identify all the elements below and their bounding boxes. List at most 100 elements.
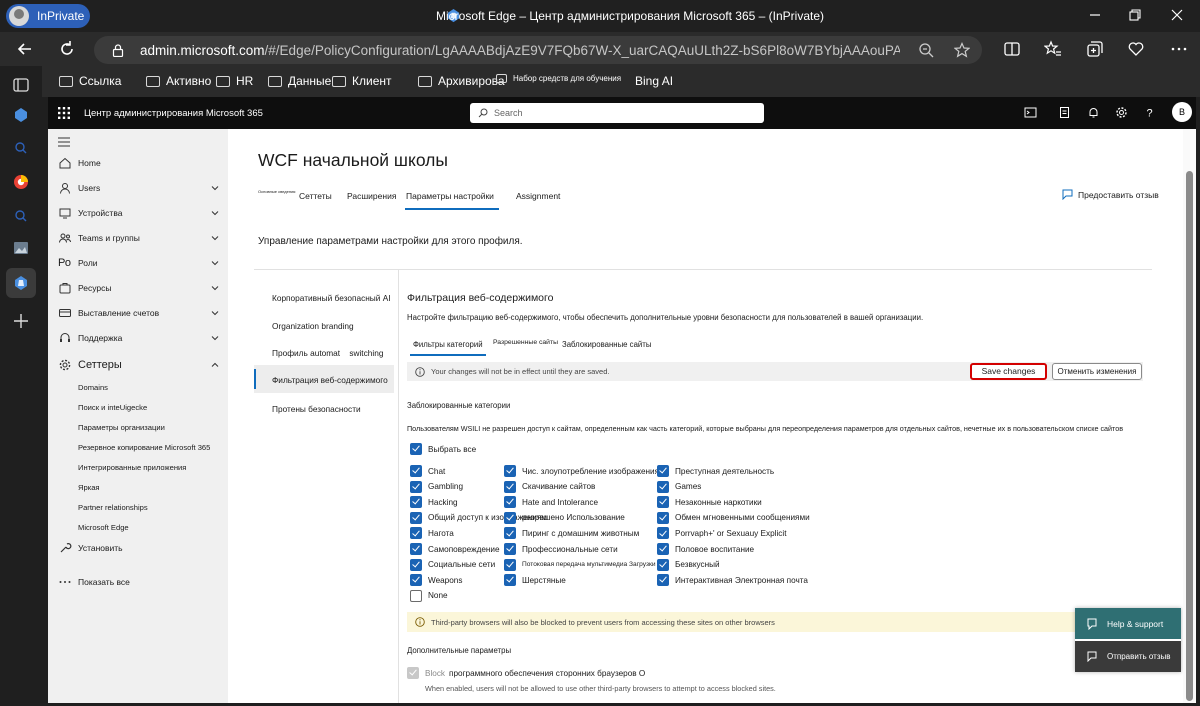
category-checkbox[interactable]: None <box>410 589 448 602</box>
help-support-button[interactable]: Help & support <box>1075 608 1181 639</box>
category-checkbox[interactable]: Скачивание сайтов <box>504 480 595 493</box>
category-checkbox[interactable]: Hate and Intolerance <box>504 496 598 509</box>
tab-extensions[interactable]: Расширения <box>347 191 396 201</box>
settings-sub-partners[interactable]: Partner relationships <box>78 503 148 512</box>
category-checkbox[interactable]: Преступная деятельность <box>657 465 774 477</box>
category-checkbox[interactable]: Chat <box>410 465 445 477</box>
nav-item-home[interactable]: Home <box>48 153 228 173</box>
zoom-out-icon[interactable] <box>918 42 934 58</box>
more-options-icon[interactable] <box>1170 40 1188 58</box>
settings-sub-viva[interactable]: Яркая <box>78 483 100 492</box>
send-feedback-button[interactable]: Отправить отзыв <box>1075 641 1181 672</box>
document-icon[interactable] <box>1058 106 1071 119</box>
favorite-folder[interactable]: Данные <box>268 74 331 88</box>
category-checkbox[interactable]: Незаконные наркотики <box>657 496 762 509</box>
category-checkbox[interactable]: Weapons <box>410 574 462 587</box>
bell-icon[interactable] <box>1087 106 1100 119</box>
category-checkbox[interactable]: Профессиональные сети <box>504 543 618 555</box>
nav-item-devices[interactable]: Устройства <box>48 203 228 223</box>
tab-configuration-settings[interactable]: Параметры настройки <box>406 191 494 201</box>
settings-sub-edge[interactable]: Microsoft Edge <box>78 523 129 532</box>
favorite-folder[interactable]: Архивирова <box>418 74 505 88</box>
category-checkbox[interactable]: разрешено Использование <box>504 511 625 524</box>
favorite-link[interactable]: Bing AI <box>635 74 673 88</box>
nav-item-support[interactable]: Поддержка <box>48 328 228 348</box>
tab-settings[interactable]: Сеттеты <box>299 191 332 201</box>
subtab-category-filters[interactable]: Фильтры категорий <box>413 340 483 349</box>
back-arrow-icon[interactable] <box>16 40 34 58</box>
favorites-icon[interactable] <box>1044 40 1062 58</box>
scrollbar-thumb[interactable] <box>1186 171 1193 701</box>
favorite-star-icon[interactable] <box>954 42 970 58</box>
search-input[interactable]: Search <box>470 103 764 123</box>
active-tab-highlight[interactable] <box>6 268 36 298</box>
category-checkbox[interactable]: Чис. злоупотребление изображения <box>504 465 659 477</box>
category-checkbox[interactable]: Социальные сети <box>410 558 495 571</box>
settings-nav-web-filtering[interactable]: Фильтрация веб-содержимого <box>272 375 388 385</box>
select-all-checkbox[interactable]: Выбрать все <box>410 443 476 455</box>
subtab-blocked-sites[interactable]: Заблокированные сайты <box>562 340 651 349</box>
help-question-icon[interactable]: ? <box>1143 106 1156 120</box>
category-checkbox[interactable]: Интерактивная Электронная почта <box>657 574 808 587</box>
page-scrollbar[interactable] <box>1183 129 1196 703</box>
category-checkbox[interactable]: Безвкусный <box>657 558 720 571</box>
category-checkbox[interactable]: Games <box>657 480 701 493</box>
nav-item-show-all[interactable]: Показать все <box>48 572 228 592</box>
category-checkbox[interactable]: Пиринг с домашним животным <box>504 527 639 540</box>
refresh-icon[interactable] <box>58 40 76 58</box>
favorite-folder[interactable]: Ссылка <box>59 74 121 88</box>
block-third-party-checkbox[interactable]: Block программного обеспечения сторонних… <box>407 667 645 679</box>
settings-sub-domains[interactable]: Domains <box>78 383 108 392</box>
category-checkbox[interactable]: Обмен мгновенными сообщениями <box>657 511 810 524</box>
tab-basics[interactable]: Основные сведения <box>258 189 295 194</box>
settings-nav-org-branding[interactable]: Organization branding <box>272 321 354 331</box>
nav-item-settings[interactable]: Сеттеры <box>48 355 228 375</box>
save-changes-button[interactable]: Save changes <box>970 363 1047 380</box>
address-bar[interactable]: admin.microsoft.com/#/Edge/PolicyConfigu… <box>94 36 982 64</box>
category-checkbox[interactable]: Hacking <box>410 496 458 509</box>
app-launcher-icon[interactable] <box>58 107 70 119</box>
app-title[interactable]: Центр администрирования Microsoft 365 <box>84 108 263 119</box>
tab-assignment[interactable]: Assignment <box>516 191 560 201</box>
new-tab-plus-icon[interactable] <box>12 312 30 330</box>
settings-nav-profile-switching[interactable]: Профиль automat switching <box>272 348 383 358</box>
search-tab-icon[interactable] <box>12 207 30 225</box>
terminal-icon[interactable] <box>1024 106 1037 119</box>
health-icon[interactable] <box>1127 40 1145 58</box>
split-screen-icon[interactable] <box>1003 40 1021 58</box>
category-checkbox[interactable]: Половое воспитание <box>657 543 754 555</box>
discard-changes-button[interactable]: Отменить изменения <box>1052 363 1142 380</box>
hamburger-icon[interactable] <box>58 137 70 147</box>
lock-icon[interactable] <box>112 44 124 57</box>
category-checkbox[interactable]: Нагота <box>410 527 454 540</box>
collections-icon[interactable] <box>1086 40 1104 58</box>
favorite-folder[interactable]: Клиент <box>332 74 392 88</box>
image-tab-icon[interactable] <box>12 239 30 257</box>
restore-icon[interactable] <box>1128 8 1142 22</box>
tab-actions-icon[interactable] <box>12 76 30 94</box>
category-checkbox[interactable]: Самоповреждение <box>410 543 500 555</box>
admin-tab-icon[interactable] <box>12 106 30 124</box>
nav-item-users[interactable]: Users <box>48 178 228 198</box>
favorite-folder[interactable]: HR <box>216 74 253 88</box>
category-checkbox[interactable]: Шерстяные <box>504 574 566 587</box>
settings-sub-org-settings[interactable]: Параметры организации <box>78 423 165 432</box>
settings-sub-search[interactable]: Поиск и inteUigecke <box>78 403 147 412</box>
nav-item-setup[interactable]: Установить <box>48 538 228 558</box>
close-icon[interactable] <box>1170 8 1184 22</box>
nav-item-billing[interactable]: Выставление счетов <box>48 303 228 323</box>
google-tab-icon[interactable] <box>12 173 30 191</box>
search-tab-icon[interactable] <box>12 139 30 157</box>
gear-icon[interactable] <box>1115 106 1128 119</box>
category-checkbox[interactable]: Потоковая передача мультимедиа Загрузки <box>504 558 656 571</box>
favorite-folder[interactable]: Активно <box>146 74 211 88</box>
settings-nav-secure-ai[interactable]: Корпоративный безопасный AI <box>272 293 391 303</box>
settings-sub-backup[interactable]: Резервное копирование Microsoft 365 <box>78 443 210 452</box>
nav-item-resources[interactable]: Ресурсы <box>48 278 228 298</box>
subtab-allowed-sites[interactable]: Разрешенные сайты <box>493 339 558 346</box>
favorite-folder[interactable]: Набор средств для обучения <box>496 74 621 83</box>
give-feedback-link[interactable]: Предоставить отзыв <box>1062 189 1159 200</box>
category-checkbox[interactable]: Porrvaph+' or Sexuauy Explicit <box>657 527 786 540</box>
settings-nav-security[interactable]: Протены безопасности <box>272 404 361 414</box>
user-avatar[interactable]: B <box>1172 102 1192 122</box>
